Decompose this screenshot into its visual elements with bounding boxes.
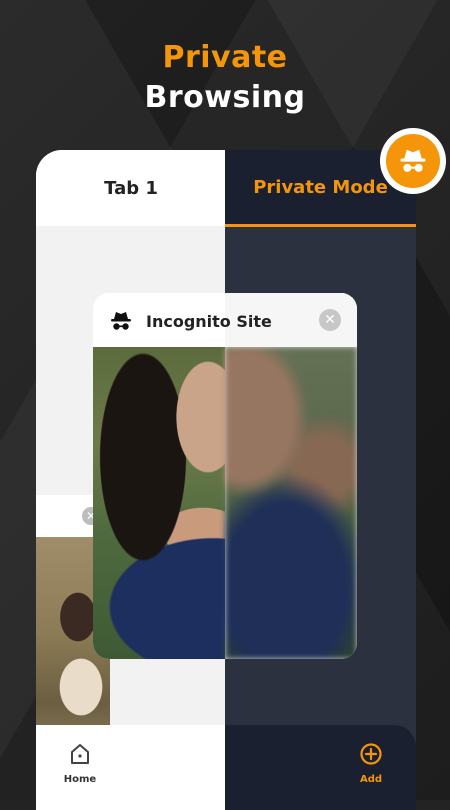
tab-normal[interactable]: Tab 1 bbox=[36, 150, 226, 226]
home-button[interactable]: Home bbox=[50, 742, 110, 785]
tab-card-incognito[interactable]: Incognito Site ✕ bbox=[93, 293, 357, 659]
add-circle-icon bbox=[360, 743, 382, 765]
tab-private-label: Private Mode bbox=[253, 176, 388, 198]
incognito-icon bbox=[111, 312, 131, 330]
card-title: Incognito Site bbox=[146, 312, 272, 331]
headline-line1: Private bbox=[162, 40, 288, 75]
headline: Private Browsing bbox=[0, 38, 450, 118]
preview-normal bbox=[93, 347, 225, 659]
home-icon bbox=[71, 744, 89, 764]
incognito-icon bbox=[400, 149, 426, 172]
home-label: Home bbox=[63, 774, 97, 785]
private-overlay bbox=[225, 347, 357, 659]
tab-normal-label: Tab 1 bbox=[104, 177, 158, 199]
site-preview-image bbox=[93, 347, 357, 659]
close-icon[interactable]: ✕ bbox=[319, 309, 341, 331]
private-mode-badge[interactable] bbox=[380, 128, 446, 194]
add-tab-button[interactable]: Add bbox=[341, 742, 401, 785]
badge-inner bbox=[386, 134, 440, 188]
headline-line2: Browsing bbox=[144, 80, 306, 115]
add-label: Add bbox=[359, 774, 383, 785]
